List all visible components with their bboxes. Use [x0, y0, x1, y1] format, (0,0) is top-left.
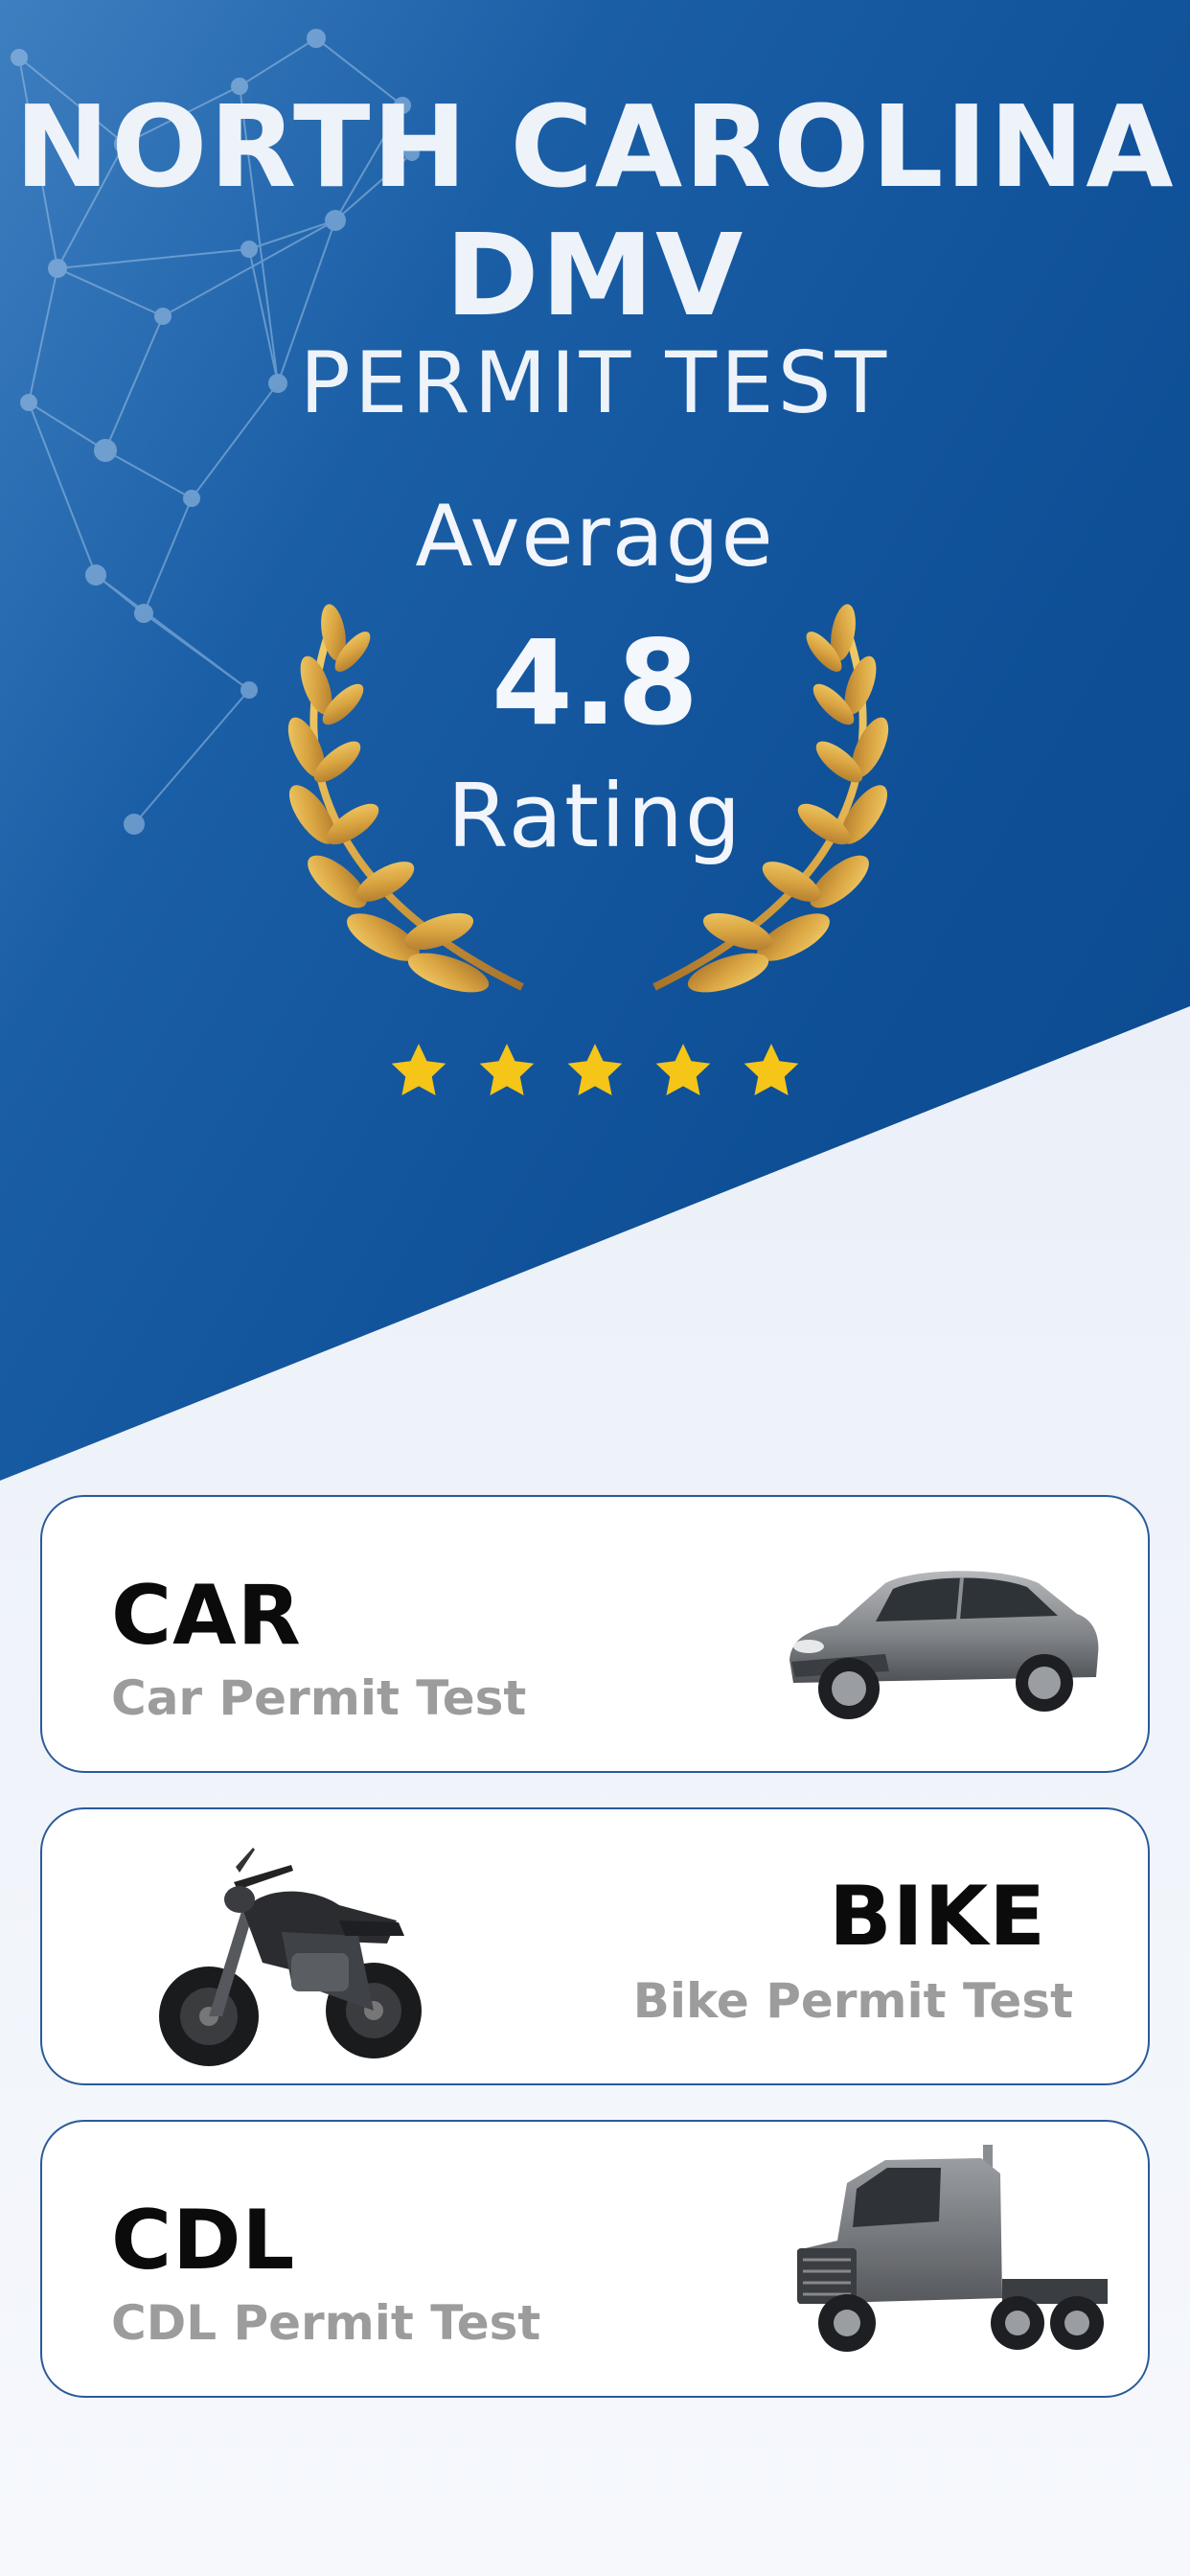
cdl-test-card[interactable]: CDL CDL Permit Test: [40, 2120, 1150, 2398]
star-icon: [567, 1044, 623, 1096]
rating-prefix: Average: [415, 487, 775, 586]
motorcycle-icon: [159, 1848, 422, 2066]
car-icon: [790, 1571, 1099, 1719]
star-icon: [655, 1044, 711, 1096]
card-title-cdl: CDL: [111, 2193, 296, 2288]
truck-icon: [797, 2145, 1108, 2352]
card-subtitle-bike: Bike Permit Test: [632, 1973, 1073, 2029]
rating-value: 4.8: [491, 615, 699, 751]
app-screen: NORTH CAROLINA DMV PERMIT TEST Average 4…: [0, 0, 1190, 2576]
star-icon: [391, 1044, 446, 1096]
star-icon: [479, 1044, 535, 1096]
card-title-car: CAR: [111, 1568, 302, 1664]
card-title-bike: BIKE: [829, 1869, 1046, 1965]
star-icon: [744, 1044, 799, 1096]
page-subtitle: PERMIT TEST: [299, 334, 891, 432]
car-test-card[interactable]: CAR Car Permit Test: [40, 1495, 1150, 1773]
page-title-line2: DMV: [445, 209, 745, 341]
rating-stars: [0, 1040, 1190, 1103]
card-subtitle-cdl: CDL Permit Test: [111, 2295, 541, 2351]
card-subtitle-car: Car Permit Test: [111, 1670, 527, 1726]
rating-suffix: Rating: [446, 765, 744, 867]
page-title-line1: NORTH CAROLINA: [14, 80, 1176, 213]
bike-test-card[interactable]: BIKE Bike Permit Test: [40, 1807, 1150, 2085]
